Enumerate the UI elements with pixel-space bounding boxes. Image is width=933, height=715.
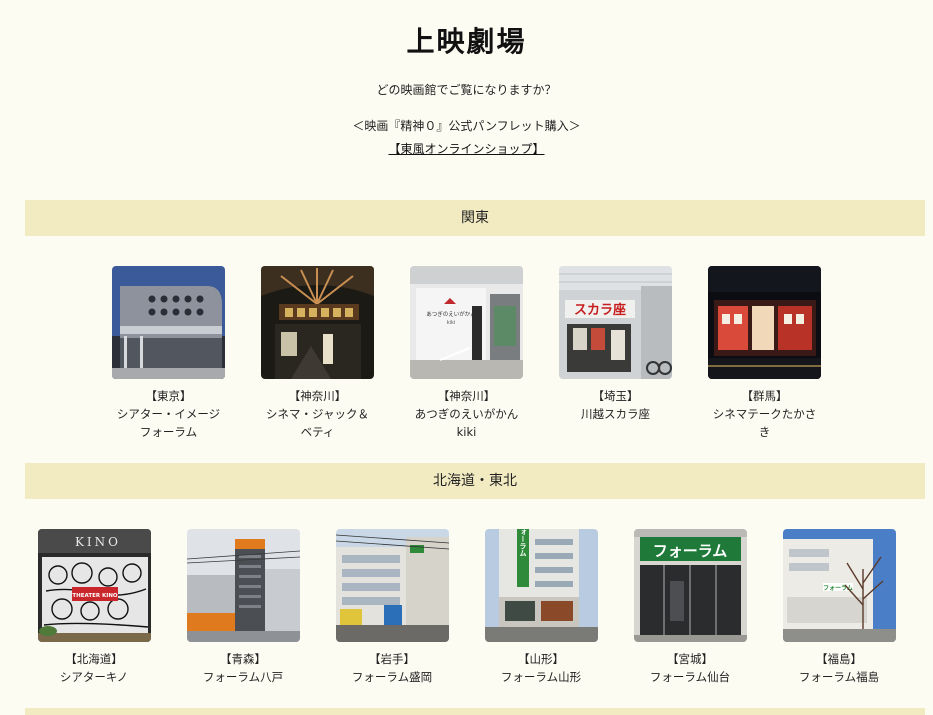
theater-prefecture: 【青森】 [220,652,266,666]
online-shop-link[interactable]: 【東風オンラインショップ】 [0,140,933,158]
theater-name: 川越スカラ座 [581,407,650,421]
theater-photo-forum-morioka[interactable] [335,529,449,642]
theater-card-theater-kino[interactable]: KINO THEATER KINO 【北海道】 シアターキノ [37,529,151,686]
kiki-sign-sub: kiki [447,320,456,326]
theater-question: どの映画館でご覧になりますか？ [376,83,557,97]
theater-photo-image-forum[interactable] [112,266,225,379]
scala-sign: スカラ座 [574,302,626,318]
theater-name: あつぎのえいがかんkiki [414,407,519,439]
theater-prefecture: 【宮城】 [667,652,713,666]
theater-photo-theater-kino[interactable]: KINO THEATER KINO [37,529,151,642]
theater-photo-forum-sendai[interactable]: フォーラム [633,529,747,642]
theater-prefecture: 【神奈川】 [437,389,496,403]
theater-card-forum-fukushima[interactable]: フォーラム 【福島】 フォーラム福島 [782,529,896,686]
theater-photo-forum-hachinohe[interactable] [186,529,300,642]
theater-card-forum-sendai[interactable]: フォーラム 【宮城】 フォーラム仙台 [633,529,747,686]
theater-name: フォーラム山形 [500,670,582,684]
theater-name: フォーラム仙台 [649,670,731,684]
theater-card-forum-hachinohe[interactable]: 【青森】 フォーラム八戸 [186,529,300,686]
theater-prefecture: 【岩手】 [369,652,415,666]
theater-prefecture: 【山形】 [518,652,564,666]
theater-photo-kiki[interactable]: あつぎのえいがかん kiki [410,266,523,379]
theater-name: フォーラム盛岡 [351,670,433,684]
theater-card-kawagoe-scala[interactable]: スカラ座 【埼玉】 川越スカラ座 [559,266,672,441]
section-header-next [25,708,925,715]
forum-vertical-sign: フォーラム [519,529,527,557]
theater-photo-kawagoe-scala[interactable]: スカラ座 [559,266,672,379]
theater-card-forum-yamagata[interactable]: フォーラム 【山形】 フォーラム山形 [484,529,598,686]
section-header-hokkaido-tohoku: 北海道・東北 [25,463,925,499]
theater-name: シアター・イメージフォーラム [116,407,221,439]
page-title: 上映劇場 [406,25,527,58]
kino-sign: KINO [74,535,120,549]
theater-photo-forum-yamagata[interactable]: フォーラム [484,529,598,642]
theater-photo-jack-and-betty[interactable] [261,266,374,379]
kiki-sign: あつぎのえいがかん [426,310,476,318]
theater-name: フォーラム八戸 [202,670,284,684]
section-header-kanto: 関東 [25,200,925,236]
theater-name: フォーラム福島 [798,670,880,684]
theater-card-jack-and-betty[interactable]: 【神奈川】 シネマ・ジャック＆ベティ [261,266,374,441]
theater-card-kiki[interactable]: あつぎのえいがかん kiki 【神奈川】 あつぎのえいがかんkiki [410,266,523,441]
theater-prefecture: 【埼玉】 [592,389,639,403]
theater-prefecture: 【北海道】 [65,652,123,666]
theater-name: シネマ・ジャック＆ベティ [266,407,369,439]
kino-poster-text: THEATER KINO [72,593,118,599]
theater-card-cinematheque-takasaki[interactable]: 【群馬】 シネマテークたかさき [708,266,821,441]
theater-name: シネマテークたかさき [712,407,817,439]
theater-prefecture: 【神奈川】 [288,389,347,403]
forum-sign: フォーラム [652,542,727,560]
theater-prefecture: 【東京】 [145,389,192,403]
theater-prefecture: 【福島】 [816,652,862,666]
theater-card-forum-morioka[interactable]: 【岩手】 フォーラム盛岡 [335,529,449,686]
theater-prefecture: 【群馬】 [741,389,788,403]
theater-row-hokkaido-tohoku: KINO THEATER KINO 【北海道】 シアターキノ 【青森】 フォーラ… [0,529,933,686]
theater-card-image-forum[interactable]: 【東京】 シアター・イメージフォーラム [112,266,225,441]
theater-row-kanto: 【東京】 シアター・イメージフォーラム 【神奈川】 シネマ・ジャック＆ベティ あ… [0,266,933,441]
theater-photo-forum-fukushima[interactable]: フォーラム [782,529,896,642]
theater-name: シアターキノ [59,670,129,684]
pamphlet-note: ＜映画『精神０』公式パンフレット購入＞ [352,119,581,133]
theater-photo-cinematheque-takasaki[interactable] [708,266,821,379]
